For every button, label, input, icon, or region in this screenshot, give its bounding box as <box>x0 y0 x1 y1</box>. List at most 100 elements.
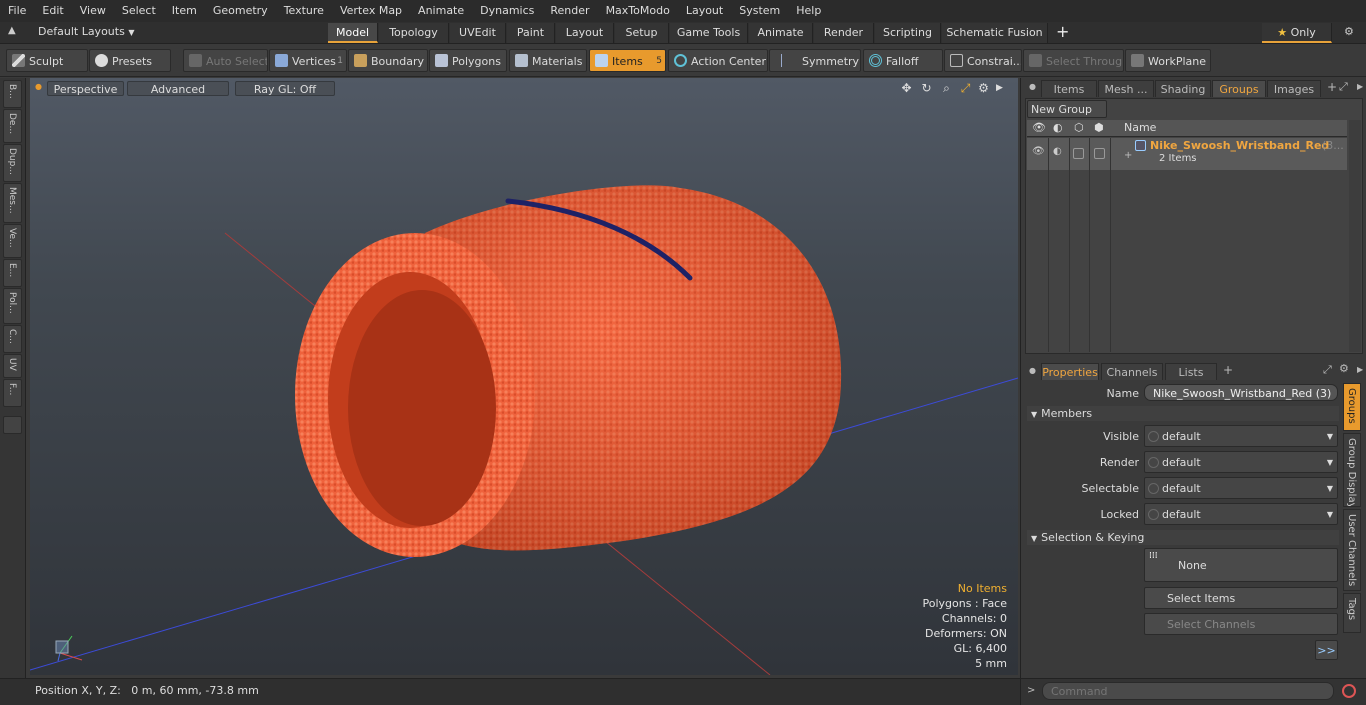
tab-animate[interactable]: Animate <box>749 23 813 43</box>
items-button[interactable]: Items 5 <box>589 49 666 72</box>
gear-icon[interactable]: ⚙ <box>1344 25 1354 38</box>
left-tab-fusion[interactable]: F... <box>3 379 22 407</box>
presets-button[interactable]: Presets <box>89 49 171 72</box>
groups-scrollbar[interactable] <box>1349 120 1361 352</box>
layout-dropdown[interactable]: Default Layouts ▼ <box>38 25 134 38</box>
polygons-button[interactable]: Polygons <box>429 49 507 72</box>
left-tab-basic[interactable]: B... <box>3 80 22 108</box>
group-row[interactable]: 👁 ◐ + Nike_Swoosh_Wristband_Red (3... 2 … <box>1027 138 1347 170</box>
action-center-button[interactable]: Action Center <box>668 49 768 72</box>
symmetry-button[interactable]: Symmetry <box>769 49 861 72</box>
add-tab-button[interactable]: + <box>1056 22 1069 41</box>
tab-schematic-fusion[interactable]: Schematic Fusion <box>942 23 1048 43</box>
members-section[interactable]: ▼ Members <box>1027 406 1339 421</box>
tab-groups[interactable]: Groups <box>1212 80 1266 97</box>
selection-keying-section[interactable]: ▼ Selection & Keying <box>1027 530 1339 545</box>
select-through-button[interactable]: Select Through <box>1023 49 1124 72</box>
new-group-button[interactable]: New Group <box>1027 100 1107 118</box>
menu-help[interactable]: Help <box>788 0 829 22</box>
zoom-icon[interactable]: ⌕ <box>940 82 953 95</box>
cube-outline-icon[interactable]: ⬡ <box>1074 121 1084 134</box>
locked-dropdown[interactable]: default ▼ <box>1144 503 1338 525</box>
left-tab-extra[interactable] <box>3 416 22 434</box>
side-tab-user-channels[interactable]: User Channels <box>1343 509 1361 591</box>
3d-viewport[interactable]: ● Perspective Advanced Ray GL: Off ✥ ↻ ⌕… <box>30 78 1018 675</box>
viewport-expand-icon[interactable]: ▶ <box>993 82 1006 95</box>
layout-up-icon[interactable]: ▲ <box>8 25 16 36</box>
none-keying-button[interactable]: ⁞⁞⁞ None <box>1144 548 1338 582</box>
left-tab-deform[interactable]: De... <box>3 109 22 143</box>
tab-images[interactable]: Images <box>1267 80 1321 97</box>
boundary-button[interactable]: Boundary <box>348 49 428 72</box>
viewport-menu-icon[interactable]: ● <box>35 82 42 91</box>
tab-channels[interactable]: Channels <box>1101 363 1163 380</box>
materials-button[interactable]: Materials <box>509 49 587 72</box>
side-tab-group-display[interactable]: Group Display <box>1343 433 1361 507</box>
record-icon[interactable] <box>1342 684 1356 698</box>
left-tab-duplicate[interactable]: Dup... <box>3 144 22 182</box>
row-select-checkbox[interactable] <box>1073 148 1084 159</box>
tab-topology[interactable]: Topology <box>379 23 449 43</box>
eye-icon[interactable]: 👁 <box>1032 121 1046 134</box>
side-tab-tags[interactable]: Tags <box>1343 593 1361 633</box>
props-menu-icon[interactable]: ● <box>1029 366 1036 375</box>
tab-uvedit[interactable]: UVEdit <box>450 23 506 43</box>
menu-select[interactable]: Select <box>114 0 164 22</box>
menu-file[interactable]: File <box>0 0 34 22</box>
left-tab-edge[interactable]: E... <box>3 259 22 287</box>
left-tab-vertex[interactable]: Ve... <box>3 224 22 258</box>
selectable-dropdown[interactable]: default ▼ <box>1144 477 1338 499</box>
add-props-tab-icon[interactable]: + <box>1223 363 1233 377</box>
props-gear-icon[interactable]: ⚙ <box>1339 362 1349 375</box>
menu-geometry[interactable]: Geometry <box>205 0 276 22</box>
row-lock-checkbox[interactable] <box>1094 148 1105 159</box>
raygl-button[interactable]: Ray GL: Off <box>235 81 335 96</box>
left-tab-uv[interactable]: UV <box>3 354 22 378</box>
props-chevron-icon[interactable]: ▶ <box>1357 365 1363 374</box>
row-render-icon[interactable]: ◐ <box>1053 146 1062 157</box>
menu-edit[interactable]: Edit <box>34 0 71 22</box>
rotate-icon[interactable]: ↻ <box>920 82 933 95</box>
tab-render[interactable]: Render <box>814 23 874 43</box>
render-icon[interactable]: ◐ <box>1053 121 1063 134</box>
command-input[interactable] <box>1042 682 1334 700</box>
side-tab-groups[interactable]: Groups <box>1343 383 1361 431</box>
expand-row-icon[interactable]: + <box>1124 150 1132 161</box>
add-panel-tab-icon[interactable]: + <box>1327 80 1337 94</box>
menu-dynamics[interactable]: Dynamics <box>472 0 542 22</box>
left-tab-curve[interactable]: C... <box>3 325 22 353</box>
left-tab-polygon[interactable]: Pol... <box>3 288 22 324</box>
view-type-button[interactable]: Perspective <box>47 81 124 96</box>
vertices-button[interactable]: Vertices 1 <box>269 49 347 72</box>
select-items-button[interactable]: Select Items <box>1144 587 1338 609</box>
menu-system[interactable]: System <box>731 0 788 22</box>
sculpt-button[interactable]: Sculpt <box>6 49 88 72</box>
falloff-button[interactable]: Falloff <box>863 49 943 72</box>
auto-select-button[interactable]: Auto Select <box>183 49 268 72</box>
expand-icon[interactable]: ⤢ <box>1339 80 1348 94</box>
shading-mode-button[interactable]: Advanced <box>127 81 229 96</box>
tab-scripting[interactable]: Scripting <box>875 23 941 43</box>
select-channels-button[interactable]: Select Channels <box>1144 613 1338 635</box>
tab-setup[interactable]: Setup <box>615 23 669 43</box>
menu-texture[interactable]: Texture <box>276 0 332 22</box>
menu-render[interactable]: Render <box>542 0 597 22</box>
row-eye-icon[interactable]: 👁 <box>1032 146 1045 157</box>
menu-maxtomodo[interactable]: MaxToModo <box>598 0 678 22</box>
tab-paint[interactable]: Paint <box>507 23 555 43</box>
tab-mesh[interactable]: Mesh ... <box>1098 80 1154 97</box>
tab-lists[interactable]: Lists <box>1165 363 1217 380</box>
menu-view[interactable]: View <box>72 0 114 22</box>
tab-shading[interactable]: Shading <box>1155 80 1211 97</box>
tab-model[interactable]: Model <box>328 23 378 43</box>
panel-menu-icon[interactable]: ● <box>1029 82 1036 91</box>
maximize-icon[interactable]: ⤢ <box>959 82 972 95</box>
viewport-settings-icon[interactable]: ⚙ <box>977 82 990 95</box>
render-dropdown[interactable]: default ▼ <box>1144 451 1338 473</box>
props-expand-icon[interactable]: ⤢ <box>1323 363 1332 377</box>
constraints-button[interactable]: Constrai... <box>944 49 1022 72</box>
only-toggle[interactable]: ★ Only <box>1262 23 1332 43</box>
left-tab-mesh[interactable]: Mes... <box>3 183 22 223</box>
menu-item[interactable]: Item <box>164 0 205 22</box>
menu-animate[interactable]: Animate <box>410 0 472 22</box>
